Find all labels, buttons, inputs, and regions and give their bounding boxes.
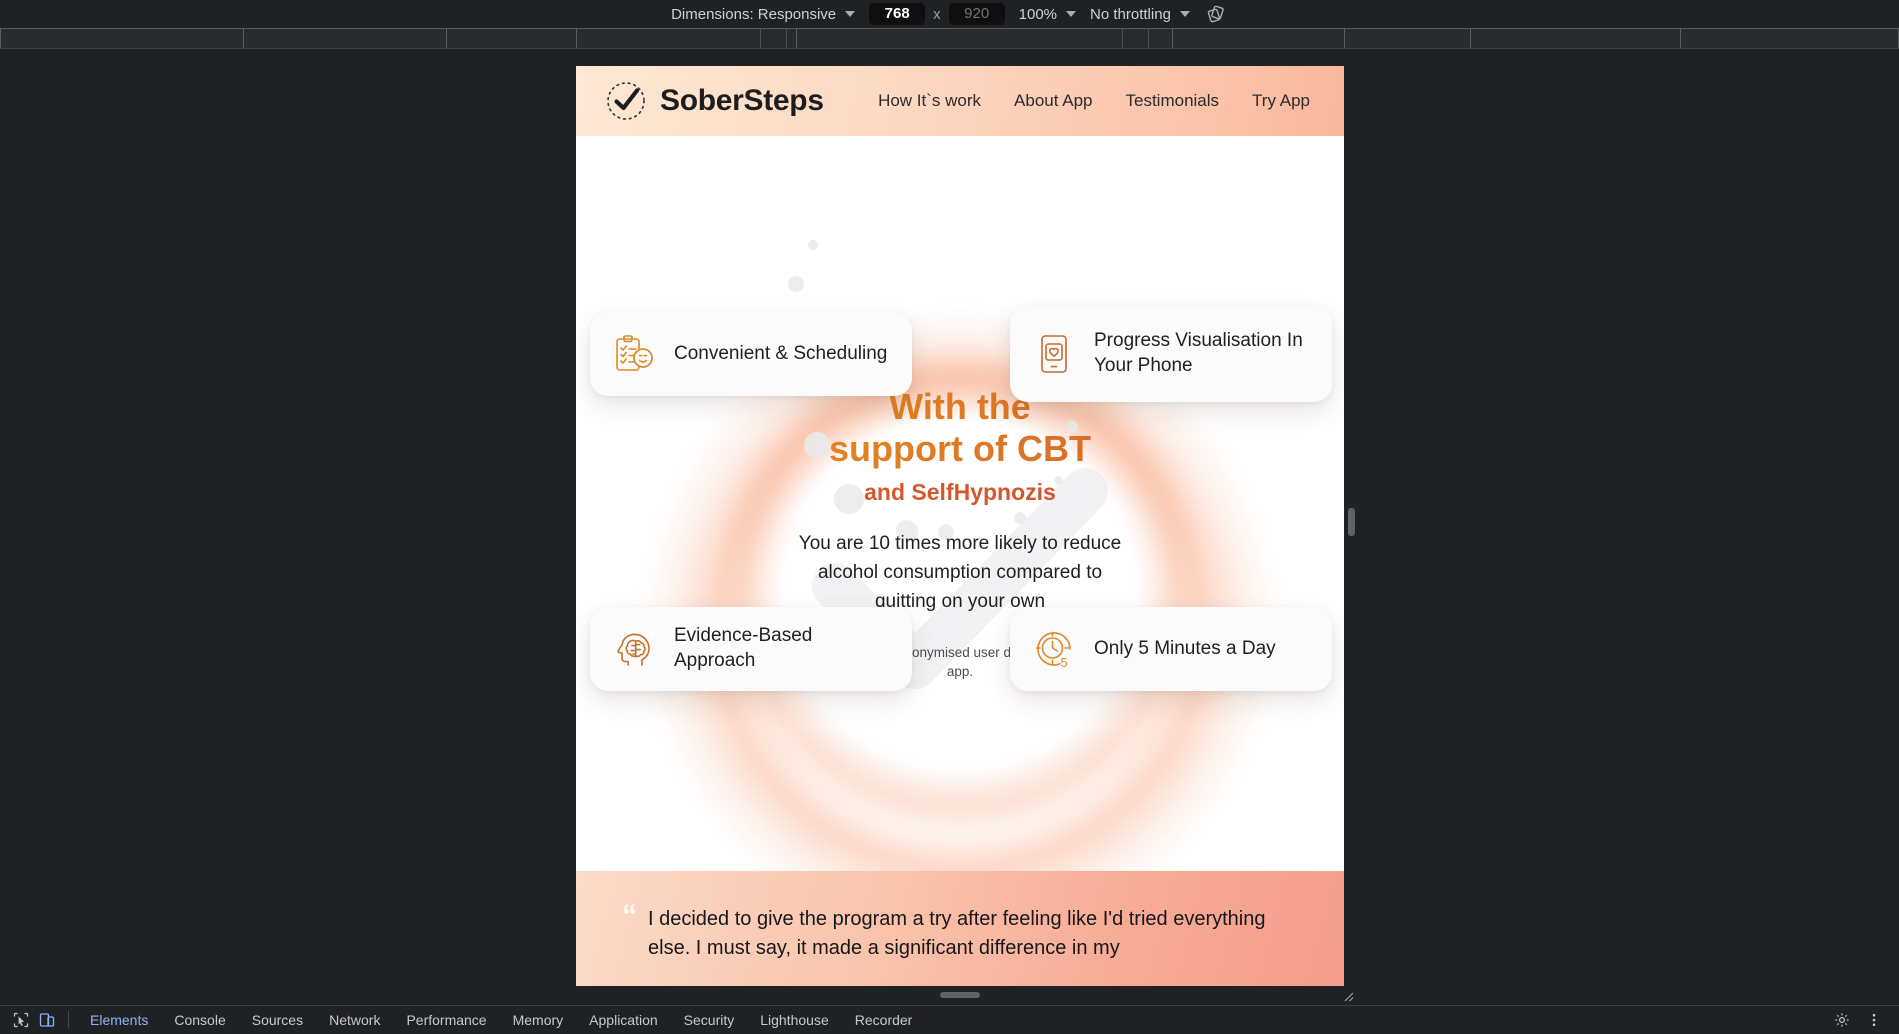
brand-name: SoberSteps xyxy=(660,84,824,117)
head-brain-icon xyxy=(612,627,656,671)
testimonial-text: I decided to give the program a try afte… xyxy=(648,908,1266,959)
viewport-resize-handle-corner[interactable] xyxy=(1340,988,1354,1002)
clipboard-smiley-icon xyxy=(612,332,656,376)
check-circle-logo-icon xyxy=(604,79,648,123)
decorative-dot xyxy=(808,240,818,250)
viewport-resize-handle-right[interactable] xyxy=(1348,508,1355,536)
nav-link-about-app[interactable]: About App xyxy=(1014,91,1092,111)
viewport-ruler xyxy=(0,28,1899,49)
chevron-down-icon xyxy=(1066,11,1077,17)
toolbar-divider xyxy=(68,1011,69,1028)
hero-subtitle: You are 10 times more likely to reduce a… xyxy=(798,533,1122,613)
nav-link-try-app[interactable]: Try App xyxy=(1252,91,1310,111)
viewport-resize-handle-bottom[interactable] xyxy=(940,992,980,998)
clock-five-icon: 5 xyxy=(1032,627,1076,671)
devtools-tab-console[interactable]: Console xyxy=(161,1006,238,1034)
rotate-device-icon[interactable] xyxy=(1204,2,1228,26)
devtools-tab-sources[interactable]: Sources xyxy=(239,1006,316,1034)
zoom-selector[interactable]: 100% xyxy=(1018,5,1077,23)
quotation-mark-icon: “ xyxy=(622,899,637,932)
chevron-down-icon xyxy=(845,11,856,17)
decorative-dot xyxy=(788,276,804,292)
svg-text:5: 5 xyxy=(1061,655,1068,670)
devtools-tab-bar: Elements Console Sources Network Perform… xyxy=(0,1005,1899,1033)
dimensions-label: Dimensions: Responsive xyxy=(671,5,837,23)
feature-card-progress-visualisation[interactable]: Progress Visualisation In Your Phone xyxy=(1010,306,1332,402)
feature-card-label: Progress Visualisation In Your Phone xyxy=(1094,330,1303,376)
feature-card-convenient-scheduling[interactable]: Convenient & Scheduling xyxy=(590,312,912,396)
hero-headline-line-2: support of CBT xyxy=(576,428,1344,470)
gear-icon[interactable] xyxy=(1829,1007,1855,1033)
viewport-height-input[interactable]: 920 xyxy=(948,3,1005,25)
devtools-tab-recorder[interactable]: Recorder xyxy=(842,1006,926,1034)
devtools-tab-performance[interactable]: Performance xyxy=(393,1006,499,1034)
devtools-device-mode-window: Dimensions: Responsive 768 x 920 100% No… xyxy=(0,0,1899,1033)
devtools-tab-application[interactable]: Application xyxy=(576,1006,671,1034)
feature-card-evidence-based[interactable]: Evidence-Based Approach xyxy=(590,607,912,691)
dimension-separator: x xyxy=(933,5,941,23)
nav-link-testimonials[interactable]: Testimonials xyxy=(1126,91,1220,111)
toggle-device-toolbar-icon[interactable] xyxy=(34,1007,60,1033)
site-header: SoberSteps How It`s work About App Testi… xyxy=(576,66,1344,136)
hero-section: With the support of CBT and SelfHypnozis… xyxy=(576,136,1344,871)
ruler-top-line xyxy=(0,28,1899,29)
site-nav: How It`s work About App Testimonials Try… xyxy=(878,91,1316,111)
device-toolbar: Dimensions: Responsive 768 x 920 100% No… xyxy=(0,0,1899,28)
devtools-tab-lighthouse[interactable]: Lighthouse xyxy=(747,1006,842,1034)
testimonial-section: “ I decided to give the program a try af… xyxy=(576,871,1344,986)
phone-heart-icon xyxy=(1032,332,1076,376)
throttling-label: No throttling xyxy=(1090,5,1171,23)
emulated-page-viewport: SoberSteps How It`s work About App Testi… xyxy=(576,66,1344,986)
dimensions-selector[interactable]: Dimensions: Responsive xyxy=(671,5,856,23)
viewport-width-input[interactable]: 768 xyxy=(869,3,926,25)
hero-headline-line-3: and SelfHypnozis xyxy=(576,474,1344,511)
zoom-label: 100% xyxy=(1018,5,1058,23)
brand[interactable]: SoberSteps xyxy=(604,79,824,123)
nav-link-how-it-works[interactable]: How It`s work xyxy=(878,91,981,111)
devtools-tab-memory[interactable]: Memory xyxy=(500,1006,577,1034)
inspect-element-icon[interactable] xyxy=(8,1007,34,1033)
devtools-tab-elements[interactable]: Elements xyxy=(77,1006,161,1034)
devtools-toolbar-right xyxy=(1829,1007,1891,1033)
throttling-selector[interactable]: No throttling xyxy=(1090,6,1190,23)
feature-card-five-minutes[interactable]: 5 Only 5 Minutes a Day xyxy=(1010,607,1332,691)
devtools-tab-network[interactable]: Network xyxy=(316,1006,393,1034)
devtools-tab-security[interactable]: Security xyxy=(671,1006,748,1034)
chevron-down-icon xyxy=(1179,11,1190,17)
viewport-size-controls: 768 x 920 xyxy=(869,3,1005,25)
feature-card-label: Only 5 Minutes a Day xyxy=(1094,637,1276,659)
feature-card-label: Convenient & Scheduling xyxy=(674,342,888,364)
more-options-icon[interactable] xyxy=(1861,1007,1887,1033)
feature-card-label: Evidence-Based Approach xyxy=(674,625,813,671)
